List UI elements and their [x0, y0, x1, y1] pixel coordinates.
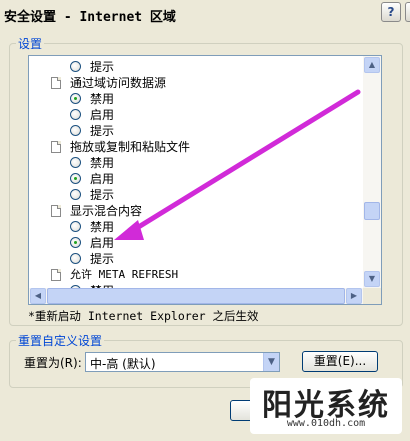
radio-unchecked-icon[interactable] [70, 61, 81, 72]
scroll-left-button[interactable]: ◀ [30, 288, 46, 304]
radio-option[interactable]: 启用 [29, 171, 363, 187]
reset-group-label: 重置自定义设置 [16, 332, 105, 349]
close-button[interactable] [405, 2, 410, 22]
horizontal-scroll-thumb[interactable] [47, 288, 345, 304]
radio-option[interactable]: 提示 [29, 251, 363, 267]
radio-option[interactable]: 启用 [29, 107, 363, 123]
setting-heading: 显示混合内容 [29, 203, 363, 219]
radio-checked-icon[interactable] [70, 237, 81, 248]
setting-heading: 通过域访问数据源 [29, 75, 363, 91]
radio-checked-icon[interactable] [70, 173, 81, 184]
radio-option-label: 提示 [90, 188, 115, 202]
radio-option[interactable]: 启用 [29, 235, 363, 251]
restart-note: *重新启动 Internet Explorer 之后生效 [28, 309, 259, 323]
radio-option-label: 禁用 [90, 220, 115, 234]
setting-heading: 允许 META REFRESH [29, 267, 363, 283]
radio-option[interactable]: 禁用 [29, 155, 363, 171]
radio-unchecked-icon[interactable] [70, 253, 81, 264]
help-button[interactable]: ? [381, 2, 401, 22]
scroll-down-button[interactable]: ▼ [364, 271, 380, 287]
radio-option[interactable]: 禁用 [29, 91, 363, 107]
settings-list-content: 提示 通过域访问数据源 禁用 启用 提示 拖放或复制和粘贴文件 禁用 启用 提示 显示混合内容 禁用… [29, 56, 363, 288]
selected-level: 中-高 (默认) [90, 357, 156, 371]
chevron-down-icon[interactable]: ▼ [263, 353, 279, 371]
watermark-logo: 阳光系统 www.010dh.com [250, 378, 402, 434]
security-level-select[interactable]: 中-高 (默认) ▼ [85, 352, 280, 372]
radio-option[interactable]: 提示 [29, 123, 363, 139]
radio-option-label: 提示 [90, 124, 115, 138]
vertical-scrollbar[interactable]: ▲ ▼ [363, 56, 381, 288]
setting-heading-label: 允许 META REFRESH [70, 268, 179, 281]
page-icon [51, 269, 61, 281]
radio-option-label: 启用 [90, 108, 115, 122]
reset-to-label: 重置为(R): [24, 356, 82, 370]
settings-list[interactable]: 提示 通过域访问数据源 禁用 启用 提示 拖放或复制和粘贴文件 禁用 启用 提示 显示混合内容 禁用… [28, 55, 382, 305]
radio-option-label: 启用 [90, 236, 115, 250]
radio-option-label: 启用 [90, 172, 115, 186]
setting-heading-label: 显示混合内容 [70, 204, 143, 218]
page-icon [51, 77, 61, 89]
scrollbar-corner [363, 288, 381, 304]
radio-unchecked-icon[interactable] [70, 157, 81, 168]
vertical-scroll-thumb[interactable] [364, 202, 380, 220]
radio-unchecked-icon[interactable] [70, 109, 81, 120]
window-title: 安全设置 - Internet 区域 [4, 10, 176, 25]
scroll-right-button[interactable]: ▶ [346, 288, 362, 304]
watermark-url: www.010dh.com [286, 418, 366, 429]
radio-unchecked-icon[interactable] [70, 189, 81, 200]
radio-unchecked-icon[interactable] [70, 221, 81, 232]
horizontal-scrollbar[interactable]: ◀ ▶ [29, 288, 363, 304]
setting-heading-label: 拖放或复制和粘贴文件 [70, 140, 191, 154]
radio-option[interactable]: 提示 [29, 59, 363, 75]
scroll-up-button[interactable]: ▲ [364, 57, 380, 73]
reset-button[interactable]: 重置(E)... [302, 351, 378, 372]
radio-option-label: 禁用 [90, 156, 115, 170]
radio-option[interactable]: 提示 [29, 187, 363, 203]
radio-option-label: 提示 [90, 60, 115, 74]
page-icon [51, 141, 61, 153]
page-icon [51, 205, 61, 217]
radio-option-label: 禁用 [90, 92, 115, 106]
setting-heading-label: 通过域访问数据源 [70, 76, 167, 90]
settings-group-label: 设置 [16, 35, 45, 52]
setting-heading: 拖放或复制和粘贴文件 [29, 139, 363, 155]
radio-option-label: 提示 [90, 252, 115, 266]
radio-unchecked-icon[interactable] [70, 125, 81, 136]
radio-checked-icon[interactable] [70, 93, 81, 104]
radio-option[interactable]: 禁用 [29, 219, 363, 235]
title-bar: 安全设置 - Internet 区域 ? [0, 0, 410, 30]
